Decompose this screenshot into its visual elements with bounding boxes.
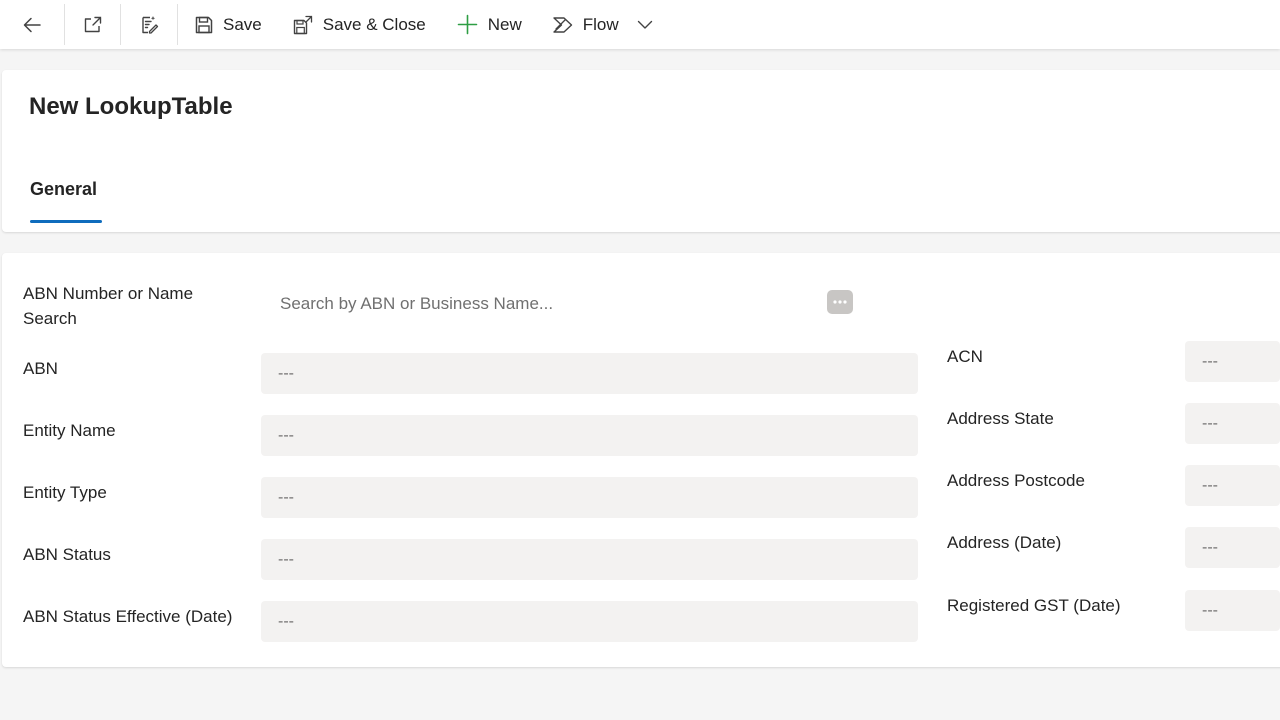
abn-status-field[interactable]: --- bbox=[261, 539, 918, 580]
new-button[interactable]: New bbox=[457, 4, 522, 45]
abn-search-label: ABN Number or Name Search bbox=[23, 284, 194, 328]
save-button[interactable]: Save bbox=[194, 4, 262, 45]
tab-general[interactable]: General bbox=[30, 179, 97, 200]
abn-field[interactable]: --- bbox=[261, 353, 918, 394]
address-postcode-label: Address Postcode bbox=[947, 471, 1085, 490]
form-edit-button[interactable] bbox=[121, 4, 177, 45]
address-state-field[interactable]: --- bbox=[1185, 403, 1280, 444]
flow-icon bbox=[553, 16, 572, 33]
acn-field[interactable]: --- bbox=[1185, 341, 1280, 382]
flow-label: Flow bbox=[582, 14, 619, 34]
page-title: New LookupTable bbox=[29, 93, 233, 120]
entity-name-field[interactable]: --- bbox=[261, 415, 918, 456]
abn-status-effective-date-label: ABN Status Effective (Date) bbox=[23, 607, 233, 626]
entity-type-label: Entity Type bbox=[23, 483, 107, 502]
chevron-down-icon bbox=[637, 20, 652, 29]
address-postcode-field[interactable]: --- bbox=[1185, 465, 1280, 506]
flow-button[interactable]: Flow bbox=[552, 4, 619, 45]
save-icon bbox=[195, 16, 213, 33]
save-close-icon bbox=[293, 15, 312, 34]
back-arrow-icon bbox=[23, 17, 41, 32]
abn-status-label: ABN Status bbox=[23, 545, 111, 564]
command-bar: Save Save & Close New Flow bbox=[0, 0, 1280, 49]
entity-type-field[interactable]: --- bbox=[261, 477, 918, 518]
open-in-new-window-icon bbox=[84, 16, 101, 32]
tab-selected-indicator bbox=[30, 220, 102, 223]
save-and-close-label: Save & Close bbox=[322, 14, 426, 34]
plus-icon bbox=[457, 14, 478, 35]
abn-search-input[interactable] bbox=[280, 290, 820, 318]
abn-status-effective-date-field[interactable]: --- bbox=[261, 601, 918, 642]
address-state-label: Address State bbox=[947, 409, 1054, 428]
toolbar-divider bbox=[177, 4, 178, 45]
form-edit-icon bbox=[142, 15, 159, 34]
back-button[interactable] bbox=[0, 4, 64, 45]
abn-search-more-button[interactable] bbox=[827, 290, 853, 314]
save-and-close-button[interactable]: Save & Close bbox=[292, 4, 426, 45]
flow-dropdown-button[interactable] bbox=[635, 4, 655, 45]
header-card: New LookupTable General bbox=[2, 70, 1280, 232]
address-date-field[interactable]: --- bbox=[1185, 527, 1280, 568]
open-in-new-window-button[interactable] bbox=[65, 4, 120, 45]
acn-label: ACN bbox=[947, 347, 983, 366]
save-label: Save bbox=[223, 14, 262, 34]
registered-gst-date-field[interactable]: --- bbox=[1185, 590, 1280, 631]
general-form-section: ABN Number or Name Search ABN --- Entity… bbox=[2, 253, 1280, 667]
address-date-label: Address (Date) bbox=[947, 533, 1062, 552]
registered-gst-date-label: Registered GST (Date) bbox=[947, 596, 1121, 615]
new-label: New bbox=[487, 14, 522, 34]
more-options-icon bbox=[833, 300, 847, 304]
abn-label: ABN bbox=[23, 359, 58, 378]
entity-name-label: Entity Name bbox=[23, 421, 116, 440]
